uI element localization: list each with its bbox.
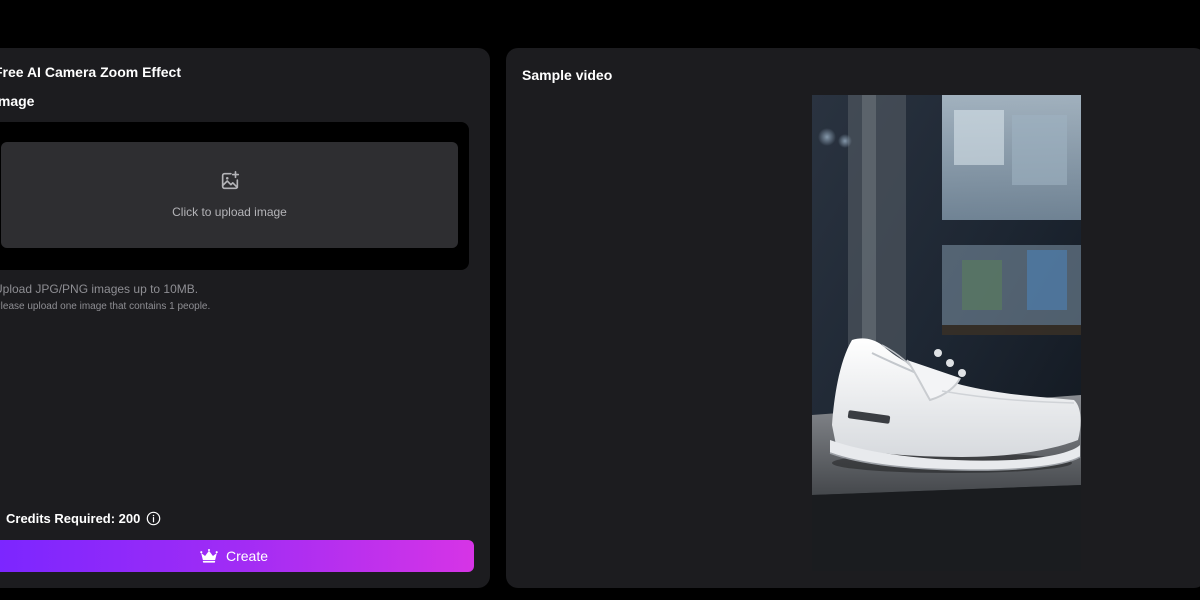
sample-video-frame <box>812 95 1081 571</box>
effect-settings-panel: Free AI Camera Zoom Effect Image Click t… <box>0 48 490 588</box>
sample-video-title: Sample video <box>522 67 613 83</box>
upload-image-dropzone[interactable]: Click to upload image <box>1 142 458 248</box>
upload-people-hint: Please upload one image that contains 1 … <box>0 301 211 312</box>
credits-required: Credits Required: 200 <box>6 511 161 526</box>
upload-prompt-text: Click to upload image <box>172 205 287 219</box>
credits-label: Credits Required: 200 <box>6 511 141 526</box>
sample-video-player[interactable] <box>812 95 1081 571</box>
add-image-icon <box>221 171 240 190</box>
upload-size-hint: Upload JPG/PNG images up to 10MB. <box>0 282 199 296</box>
crown-icon <box>200 549 218 563</box>
image-section-label: Image <box>0 93 35 109</box>
page: Free AI Camera Zoom Effect Image Click t… <box>0 0 1200 600</box>
sample-video-panel: Sample video <box>506 48 1200 588</box>
panel-title: Free AI Camera Zoom Effect <box>0 64 181 80</box>
create-button[interactable]: Create <box>0 540 474 572</box>
info-icon[interactable] <box>146 511 161 526</box>
create-button-label: Create <box>225 548 269 564</box>
